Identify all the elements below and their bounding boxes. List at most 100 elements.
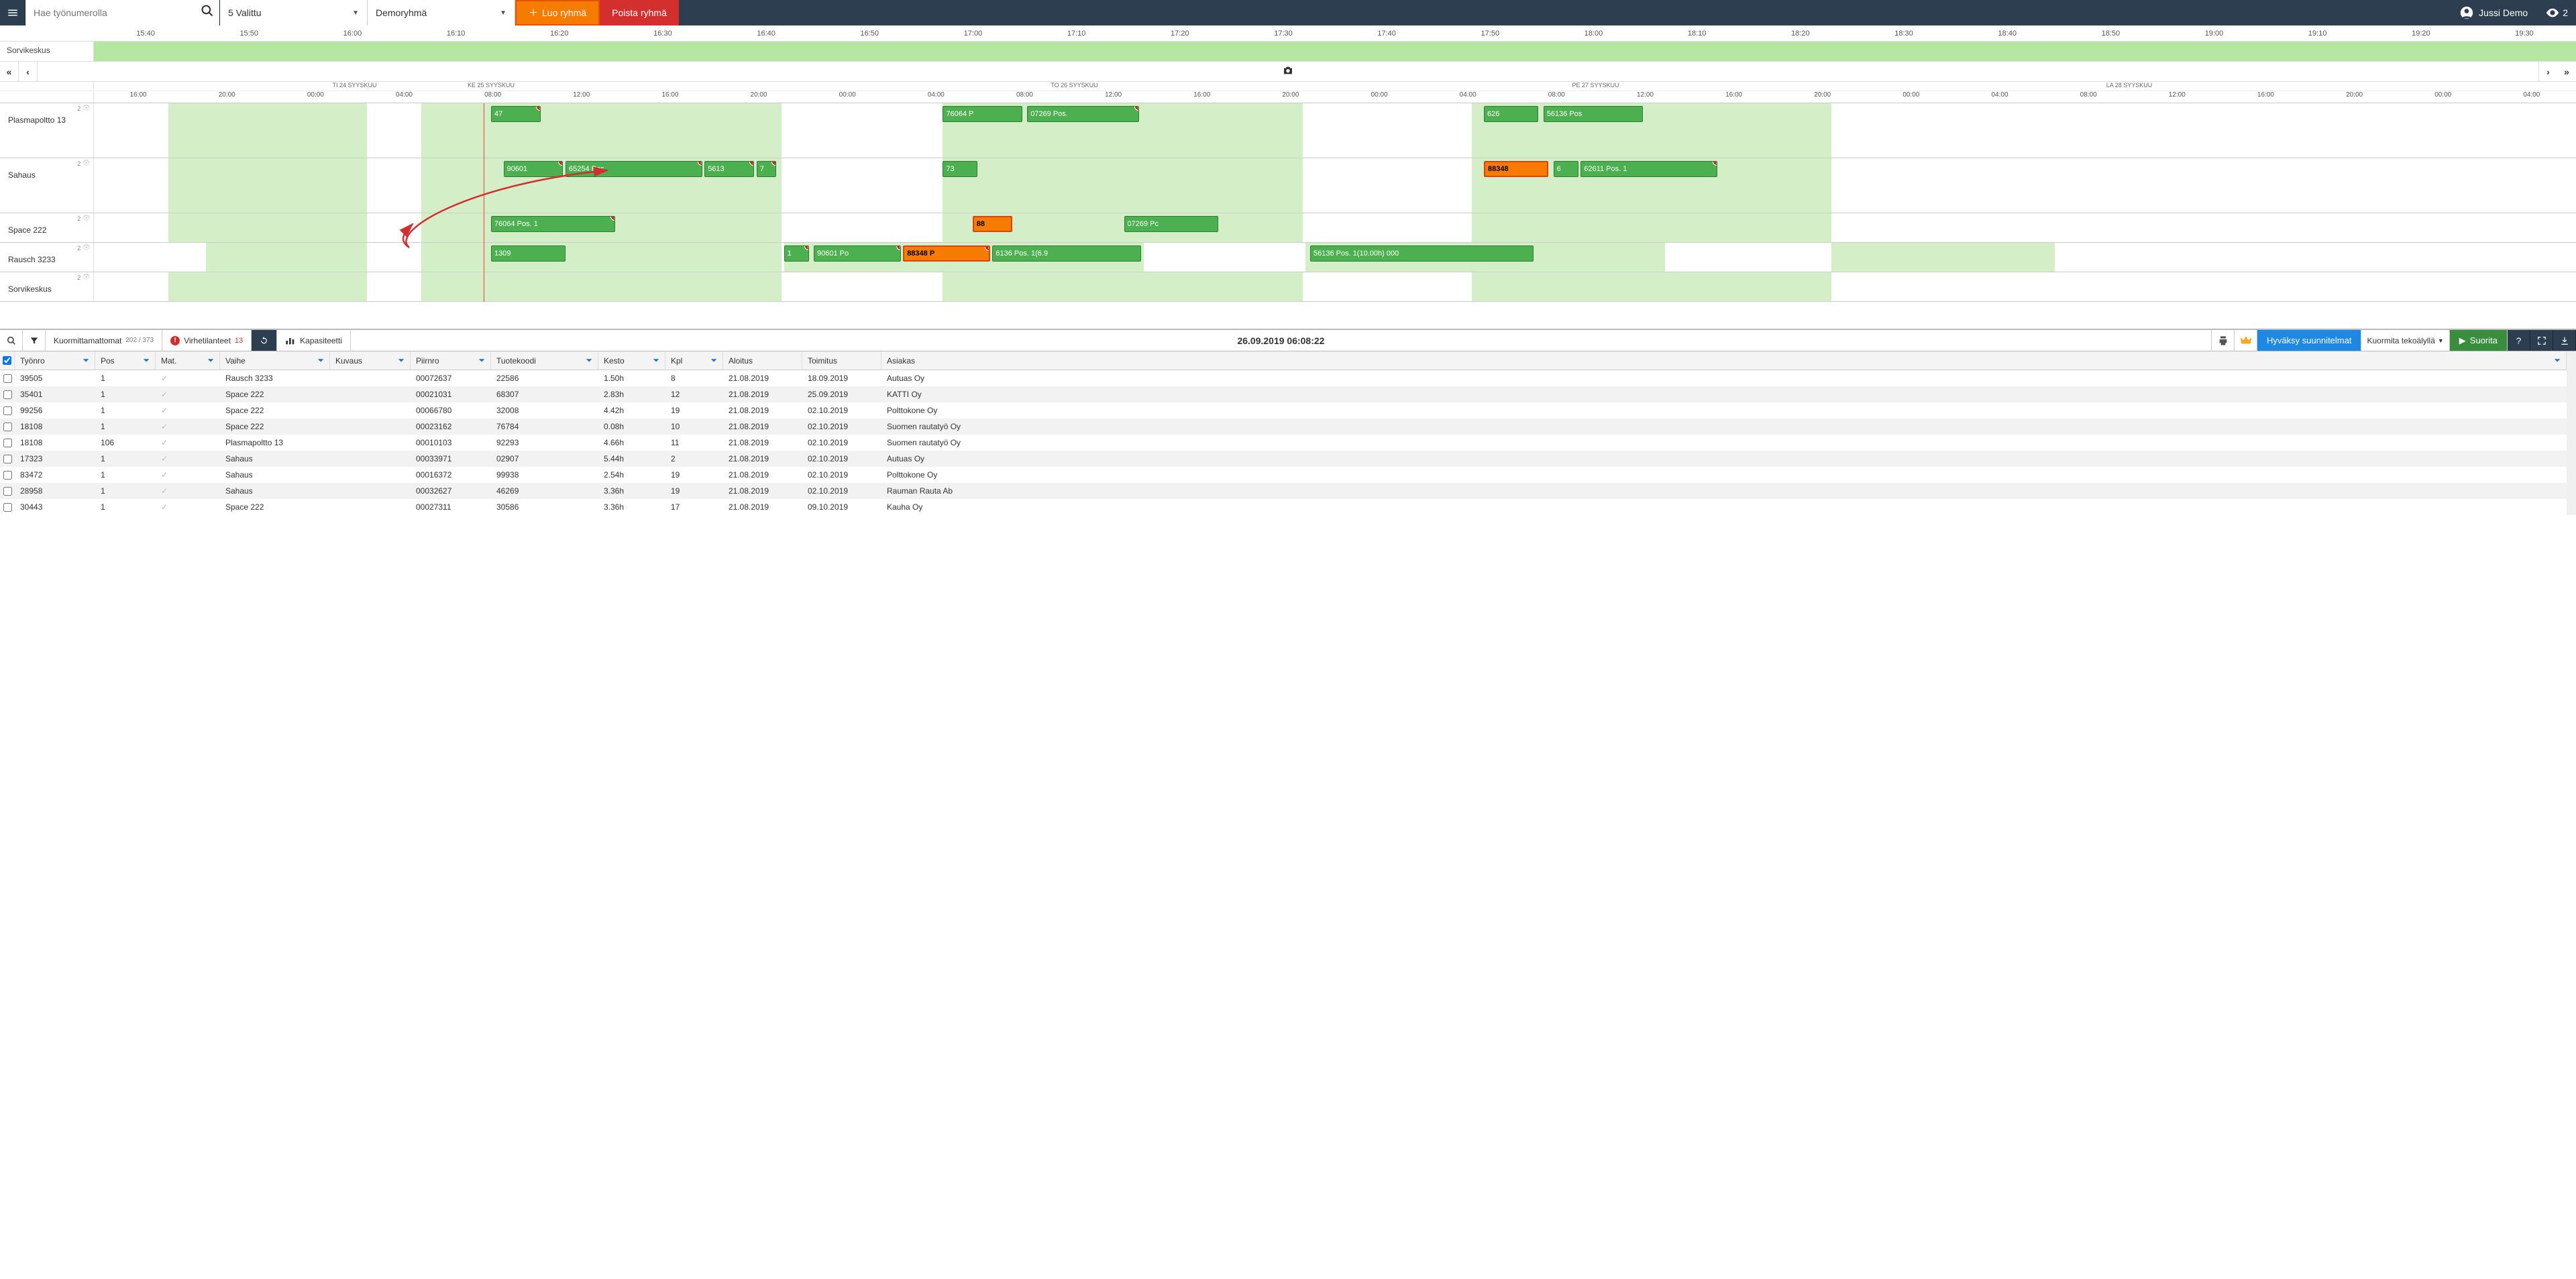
filter-icon[interactable]: ⏷ [207, 355, 214, 366]
gantt-row-label[interactable]: 2Sahaus [0, 158, 94, 213]
fullscreen-button[interactable] [2530, 330, 2553, 351]
table-row[interactable]: 304431✓Space 22200027311305863.36h1721.0… [0, 499, 2567, 515]
nav-prev-button[interactable]: ‹ [19, 62, 38, 82]
watchers[interactable]: 2 [2537, 0, 2576, 25]
th-mat[interactable]: Mat. [161, 356, 176, 366]
gantt-row-label[interactable]: 2Sorvikeskus [0, 272, 94, 301]
gantt-task[interactable]: 5613! [704, 161, 754, 177]
selection-dropdown[interactable]: 5 Valittu ▼ [220, 0, 368, 25]
filter-icon[interactable]: ⏷ [653, 355, 659, 366]
gantt-task[interactable]: 1309 [491, 245, 566, 262]
crown-button[interactable] [2235, 330, 2257, 351]
gantt-task[interactable]: 90601! [504, 161, 564, 177]
nav-next-button[interactable]: › [2538, 62, 2557, 82]
gantt-task[interactable]: 73 [943, 161, 977, 177]
print-button[interactable] [2212, 330, 2235, 351]
th-kpl[interactable]: Kpl [671, 356, 682, 366]
th-kuv[interactable]: Kuvaus [335, 356, 362, 366]
gantt-row-body[interactable]: 90601!65254 Pos.!5613!7! 73 88348 662611 Po… [94, 158, 2576, 213]
gantt-row-body[interactable]: 47! 76064 P 07269 Pos.! 626 56136 Pos [94, 103, 2576, 158]
help-button[interactable]: ? [2508, 330, 2530, 351]
camera-icon[interactable] [1283, 66, 1293, 77]
th-piir[interactable]: Piirnro [416, 356, 439, 366]
gantt-task[interactable]: 76064 Pos. 1! [491, 216, 615, 232]
filter-icon[interactable]: ⏷ [83, 355, 89, 366]
download-button[interactable] [2553, 330, 2576, 351]
gantt-task[interactable]: 7! [757, 161, 777, 177]
gantt-row-body[interactable] [94, 272, 2576, 301]
ai-select[interactable]: Kuormita tekoälyllä ▼ [2361, 330, 2449, 351]
errors-button[interactable]: ! Virhetilanteet 13 [162, 330, 252, 351]
gantt-task[interactable]: 88348 [1484, 161, 1548, 177]
gantt-task[interactable]: 88 [973, 216, 1012, 232]
filter-icon[interactable]: ⏷ [586, 355, 592, 366]
th-tuote[interactable]: Tuotekoodi [496, 356, 536, 366]
mini-row-bar[interactable] [94, 42, 2576, 61]
row-checkbox[interactable] [3, 503, 12, 512]
row-checkbox[interactable] [3, 374, 12, 383]
row-checkbox[interactable] [3, 439, 12, 447]
row-checkbox[interactable] [3, 487, 12, 496]
gantt-task[interactable]: 1! [784, 245, 809, 262]
search-input[interactable] [25, 0, 219, 25]
gantt-task[interactable]: 47! [491, 106, 541, 122]
row-checkbox[interactable] [3, 390, 12, 399]
gantt-task[interactable]: 6 [1554, 161, 1578, 177]
nav-last-button[interactable]: » [2557, 62, 2576, 82]
run-button[interactable]: ▶ Suorita [2450, 330, 2508, 351]
gantt-task[interactable]: 56136 Pos [1544, 106, 1643, 122]
row-checkbox[interactable] [3, 471, 12, 480]
row-checkbox[interactable] [3, 406, 12, 415]
th-toim[interactable]: Toimitus [808, 356, 837, 366]
row-checkbox[interactable] [3, 455, 12, 463]
table-row[interactable]: 18108106✓Plasmapoltto 1300010103922934.6… [0, 435, 2567, 451]
gantt-task[interactable]: 56136 Pos. 1(10.00h) 000 [1310, 245, 1534, 262]
nav-first-button[interactable]: « [0, 62, 19, 82]
unloaded-button[interactable]: Kuormittamattomat 202 / 373 [46, 330, 162, 351]
gantt-row-label[interactable]: 2Rausch 3233 [0, 243, 94, 272]
filter-icon[interactable]: ⏷ [398, 355, 405, 366]
th-tyo[interactable]: Työnro [20, 356, 45, 366]
scrollbar[interactable] [2567, 351, 2576, 515]
gantt-task[interactable]: 6136 Pos. 1(6.9 [992, 245, 1141, 262]
refresh-button[interactable] [252, 330, 277, 351]
gantt-task[interactable]: 88348 P! [903, 245, 990, 262]
gantt-row-body[interactable]: 1309 1! 90601 Po!88348 P!6136 Pos. 1(6.9 56… [94, 243, 2576, 272]
create-group-button[interactable]: ＋ Luo ryhmä [515, 0, 600, 25]
gantt-row-label[interactable]: 2Space 222 [0, 213, 94, 242]
table-row[interactable]: 181081✓Space 22200023162767840.08h1021.0… [0, 419, 2567, 435]
th-vaihe[interactable]: Vaihe [225, 356, 246, 366]
filter-icon[interactable]: ⏷ [478, 355, 485, 366]
capacity-button[interactable]: Kapasiteetti [277, 330, 351, 351]
filter-icon[interactable]: ⏷ [317, 355, 324, 366]
gantt-row-body[interactable]: 76064 Pos. 1! 88 07269 Pc [94, 213, 2576, 242]
gantt-task[interactable]: 90601 Po! [814, 245, 901, 262]
gantt-task[interactable]: 626 [1484, 106, 1538, 122]
table-row[interactable]: 395051✓Rausch 323300072637225861.50h821.… [0, 370, 2567, 386]
gantt-task[interactable]: 65254 Pos.! [566, 161, 702, 177]
gantt-task[interactable]: 76064 P [943, 106, 1022, 122]
gantt-task[interactable]: 62611 Pos. 1! [1580, 161, 1717, 177]
row-checkbox[interactable] [3, 423, 12, 431]
group-dropdown[interactable]: Demoryhmä ▼ [368, 0, 515, 25]
approve-button[interactable]: Hyväksy suunnitelmat [2257, 330, 2361, 351]
menu-button[interactable] [0, 0, 25, 25]
filter-icon[interactable]: ⏷ [143, 355, 150, 366]
user-menu[interactable]: Jussi Demo [2451, 0, 2537, 25]
table-row[interactable]: 289581✓Sahaus00032627462693.36h1921.08.2… [0, 483, 2567, 499]
gantt-task[interactable]: 07269 Pc [1124, 216, 1219, 232]
bottom-filter-button[interactable] [23, 330, 46, 351]
gantt-row-label[interactable]: 2Plasmapoltto 13 [0, 103, 94, 158]
bottom-search-button[interactable] [0, 330, 23, 351]
table-row[interactable]: 992561✓Space 22200066780320084.42h1921.0… [0, 402, 2567, 419]
delete-group-button[interactable]: Poista ryhmä [600, 0, 679, 25]
gantt-task[interactable]: 07269 Pos.! [1027, 106, 1139, 122]
search-icon[interactable] [201, 4, 214, 21]
filter-icon[interactable]: ⏷ [2554, 355, 2561, 366]
table-row[interactable]: 173231✓Sahaus00033971029075.44h221.08.20… [0, 451, 2567, 467]
th-aloitus[interactable]: Aloitus [729, 356, 753, 366]
th-pos[interactable]: Pos [101, 356, 115, 366]
filter-icon[interactable]: ⏷ [710, 355, 717, 366]
table-row[interactable]: 354011✓Space 22200021031683072.83h1221.0… [0, 386, 2567, 402]
th-asiak[interactable]: Asiakas [887, 356, 915, 366]
